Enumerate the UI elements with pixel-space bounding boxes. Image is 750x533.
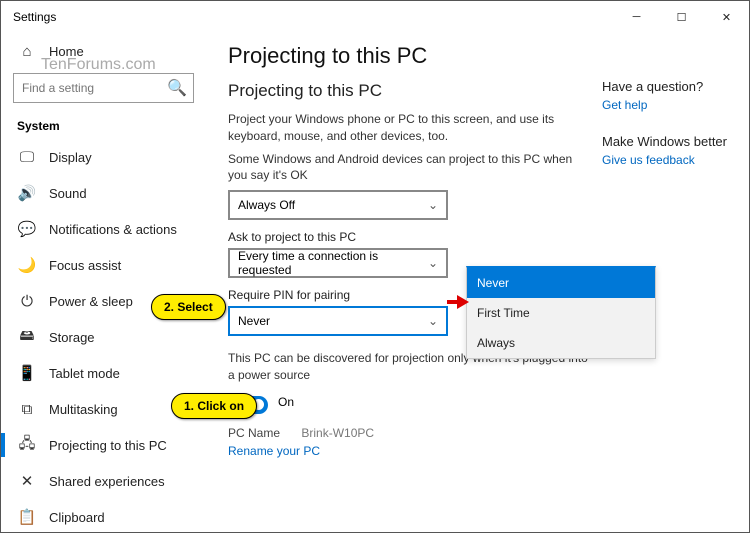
window-buttons: ─ ☐ ✕ [614, 1, 749, 33]
sidebar-item-storage[interactable]: 🖴 Storage [1, 319, 206, 355]
chevron-down-icon: ⌄ [428, 256, 438, 270]
close-button[interactable]: ✕ [704, 1, 749, 33]
sidebar-item-display[interactable]: 🖵 Display [1, 139, 206, 175]
shared-experiences-icon: ✕ [19, 473, 35, 489]
project-permission-combo[interactable]: Always Off ⌄ [228, 190, 448, 220]
help-column: Have a question? Get help Make Windows b… [602, 79, 727, 189]
maximize-button[interactable]: ☐ [659, 1, 704, 33]
notifications-actions-icon: 💬 [19, 221, 35, 237]
search-input[interactable] [20, 80, 160, 96]
multitasking-icon: ⧉ [19, 401, 35, 417]
sidebar-item-clipboard[interactable]: 📋 Clipboard [1, 499, 206, 533]
sidebar: ⌂ Home 🔍 System 🖵Display🔊Sound💬Notificat… [1, 33, 206, 533]
rename-pc-link[interactable]: Rename your PC [228, 444, 729, 458]
chevron-down-icon: ⌄ [428, 198, 438, 212]
pcname-label: PC Name [228, 426, 280, 440]
sidebar-item-label: Clipboard [49, 510, 105, 525]
sidebar-item-label: Storage [49, 330, 95, 345]
description-1: Project your Windows phone or PC to this… [228, 111, 588, 145]
clipboard-icon: 📋 [19, 509, 35, 525]
watermark: TenForums.com [41, 56, 156, 74]
annotation-1: 1. Click on [171, 393, 257, 419]
minimize-button[interactable]: ─ [614, 1, 659, 33]
display-icon: 🖵 [19, 149, 35, 165]
sidebar-item-label: Multitasking [49, 402, 118, 417]
require-pin-combo[interactable]: Never ⌄ [228, 306, 448, 336]
home-icon: ⌂ [19, 43, 35, 59]
dropdown-option-always[interactable]: Always [467, 328, 655, 358]
search-icon: 🔍 [167, 78, 187, 98]
sidebar-item-shared-experiences[interactable]: ✕ Shared experiences [1, 463, 206, 499]
sidebar-item-label: Sound [49, 186, 87, 201]
annotation-2: 2. Select [151, 294, 226, 320]
sidebar-item-focus-assist[interactable]: 🌙 Focus assist [1, 247, 206, 283]
sidebar-item-label: Power & sleep [49, 294, 133, 309]
focus-assist-icon: 🌙 [19, 257, 35, 273]
projecting-to-this-pc-icon: 🖧 [19, 437, 35, 453]
description-2: Some Windows and Android devices can pro… [228, 151, 588, 185]
window-title: Settings [13, 10, 56, 24]
combo-value: Never [238, 314, 270, 328]
feedback-heading: Make Windows better [602, 134, 727, 149]
get-help-link[interactable]: Get help [602, 98, 727, 112]
sidebar-item-projecting-to-this-pc[interactable]: 🖧 Projecting to this PC [1, 427, 206, 463]
annotation-arrow-icon [447, 295, 471, 309]
pc-name-row: PC Name Brink-W10PC [228, 426, 729, 440]
feedback-link[interactable]: Give us feedback [602, 153, 727, 167]
sidebar-item-label: Projecting to this PC [49, 438, 167, 453]
page-title: Projecting to this PC [228, 43, 729, 69]
titlebar: Settings ─ ☐ ✕ [1, 1, 749, 33]
sidebar-item-tablet-mode[interactable]: 📱 Tablet mode [1, 355, 206, 391]
sidebar-item-label: Tablet mode [49, 366, 120, 381]
sidebar-item-label: Notifications & actions [49, 222, 177, 237]
sidebar-item-sound[interactable]: 🔊 Sound [1, 175, 206, 211]
question-heading: Have a question? [602, 79, 727, 94]
sidebar-section-label: System [1, 111, 206, 139]
settings-window: Settings ─ ☐ ✕ ⌂ Home 🔍 System 🖵Display🔊… [0, 0, 750, 533]
combo-value: Every time a connection is requested [238, 249, 428, 277]
pcname-value: Brink-W10PC [301, 426, 374, 440]
power-sleep-icon: ⏻ [19, 293, 35, 309]
sidebar-nav[interactable]: 🖵 Display 🔊 Sound 💬 Notifications & actions 🌙 F… [1, 139, 206, 533]
sidebar-item-label: Shared experiences [49, 474, 165, 489]
toggle-label: On [278, 395, 294, 409]
sidebar-item-label: Display [49, 150, 92, 165]
chevron-down-icon: ⌄ [428, 314, 438, 328]
tablet-mode-icon: 📱 [19, 365, 35, 381]
sidebar-item-label: Focus assist [49, 258, 121, 273]
ask-label: Ask to project to this PC [228, 230, 729, 244]
ask-to-project-combo[interactable]: Every time a connection is requested ⌄ [228, 248, 448, 278]
search-box[interactable]: 🔍 [13, 73, 194, 103]
dropdown-option-never[interactable]: Never [467, 268, 655, 298]
dropdown-option-first-time[interactable]: First Time [467, 298, 655, 328]
storage-icon: 🖴 [19, 329, 35, 345]
sidebar-item-notifications-actions[interactable]: 💬 Notifications & actions [1, 211, 206, 247]
sound-icon: 🔊 [19, 185, 35, 201]
combo-value: Always Off [238, 198, 295, 212]
pin-dropdown-list[interactable]: NeverFirst TimeAlways [466, 266, 656, 359]
